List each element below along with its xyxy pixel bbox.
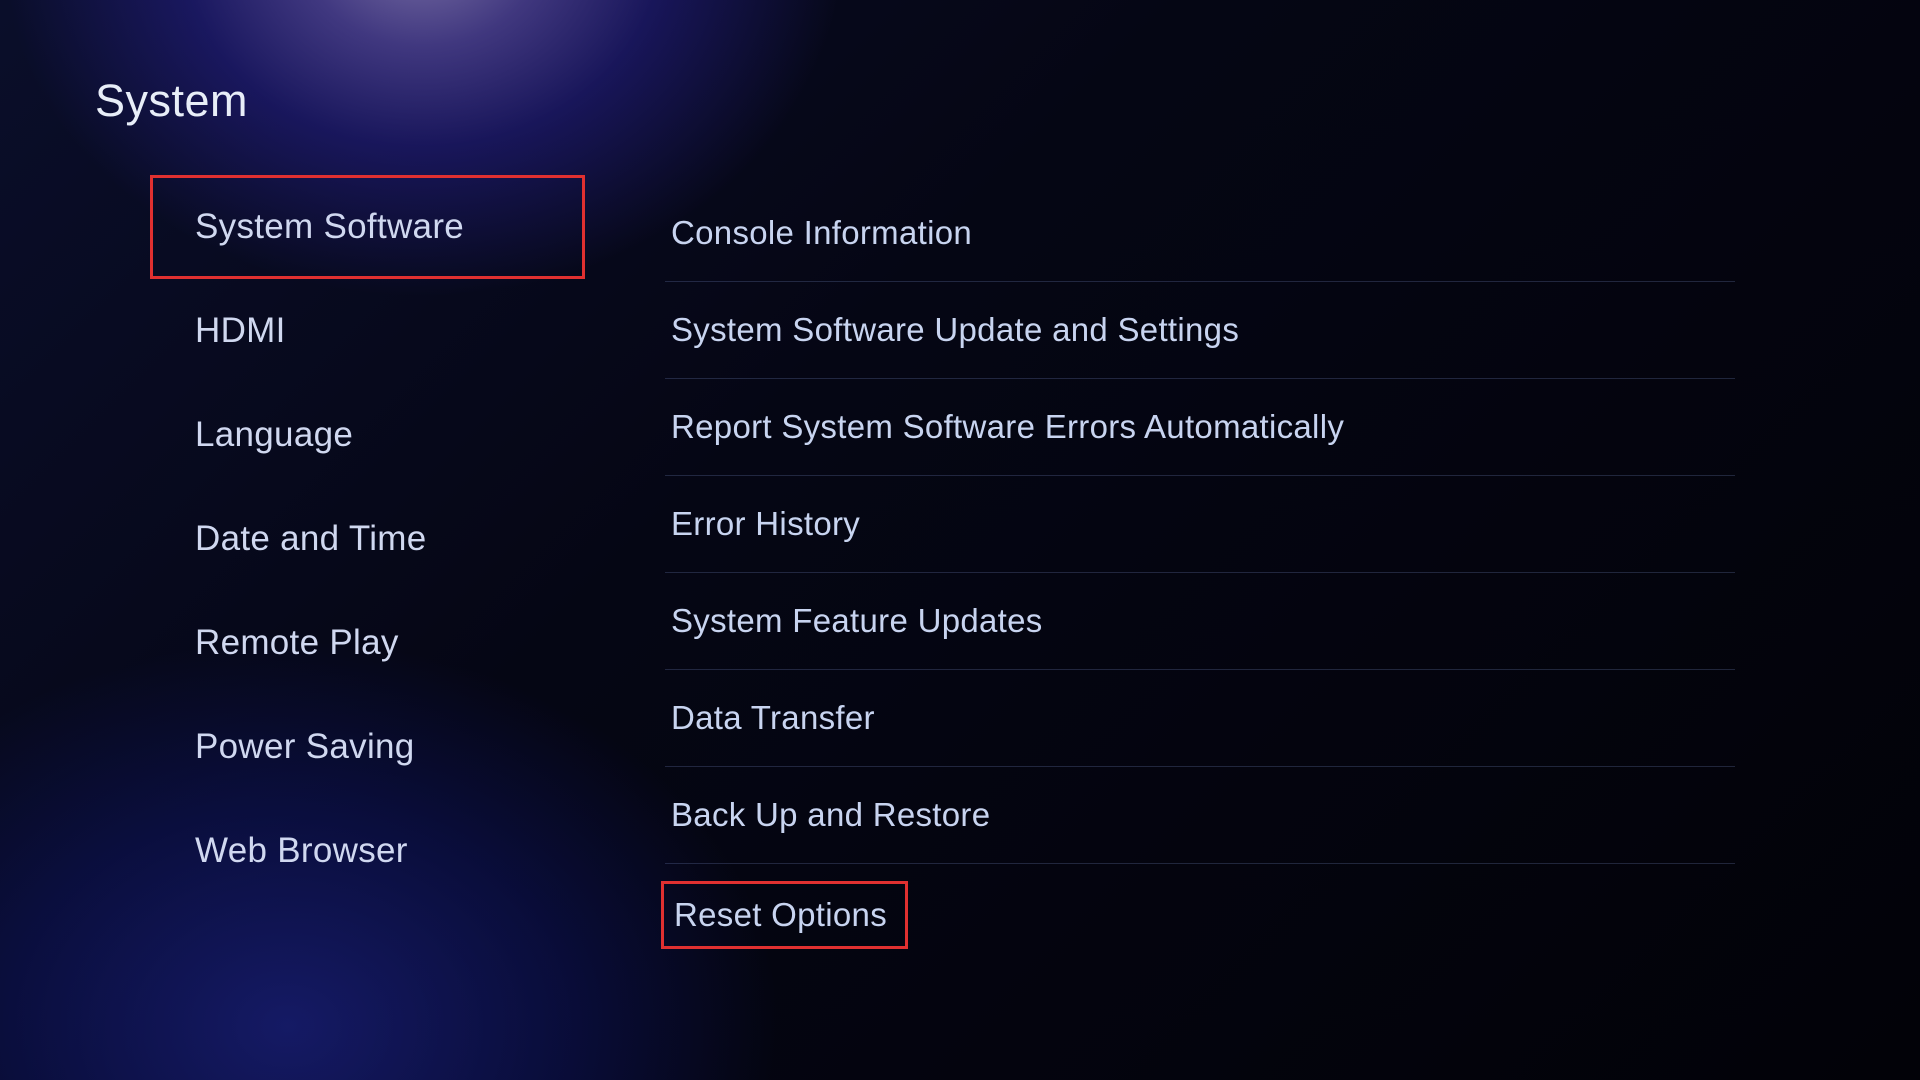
content-item-label: Report System Software Errors Automatica… xyxy=(671,408,1344,445)
content-panel: Console Information System Software Upda… xyxy=(665,185,1735,949)
content-item-label: System Feature Updates xyxy=(671,602,1043,639)
sidebar-item-label: Web Browser xyxy=(195,831,408,870)
content-item-label: Reset Options xyxy=(674,896,887,933)
content-item-data-transfer[interactable]: Data Transfer xyxy=(665,670,1735,767)
sidebar-item-label: System Software xyxy=(195,207,464,246)
sidebar-item-label: Language xyxy=(195,415,353,454)
content-item-label: Console Information xyxy=(671,214,972,251)
sidebar-item-label: Power Saving xyxy=(195,727,415,766)
content-item-label: System Software Update and Settings xyxy=(671,311,1239,348)
sidebar-item-label: Remote Play xyxy=(195,623,399,662)
sidebar-item-web-browser[interactable]: Web Browser xyxy=(150,799,585,903)
content-item-reset-options[interactable]: Reset Options xyxy=(661,881,908,949)
sidebar-item-label: Date and Time xyxy=(195,519,427,558)
sidebar: System Software HDMI Language Date and T… xyxy=(150,175,585,903)
sidebar-item-date-and-time[interactable]: Date and Time xyxy=(150,487,585,591)
sidebar-item-language[interactable]: Language xyxy=(150,383,585,487)
content-item-label: Back Up and Restore xyxy=(671,796,990,833)
content-item-error-history[interactable]: Error History xyxy=(665,476,1735,573)
sidebar-item-power-saving[interactable]: Power Saving xyxy=(150,695,585,799)
sidebar-item-hdmi[interactable]: HDMI xyxy=(150,279,585,383)
content-item-label: Error History xyxy=(671,505,860,542)
content-item-console-information[interactable]: Console Information xyxy=(665,185,1735,282)
sidebar-item-system-software[interactable]: System Software xyxy=(150,175,585,279)
content-item-report-errors[interactable]: Report System Software Errors Automatica… xyxy=(665,379,1735,476)
content-item-system-feature-updates[interactable]: System Feature Updates xyxy=(665,573,1735,670)
content-item-system-software-update[interactable]: System Software Update and Settings xyxy=(665,282,1735,379)
sidebar-item-remote-play[interactable]: Remote Play xyxy=(150,591,585,695)
page-title: System xyxy=(95,75,248,127)
sidebar-item-label: HDMI xyxy=(195,311,286,350)
content-item-label: Data Transfer xyxy=(671,699,875,736)
content-item-back-up-restore[interactable]: Back Up and Restore xyxy=(665,767,1735,864)
